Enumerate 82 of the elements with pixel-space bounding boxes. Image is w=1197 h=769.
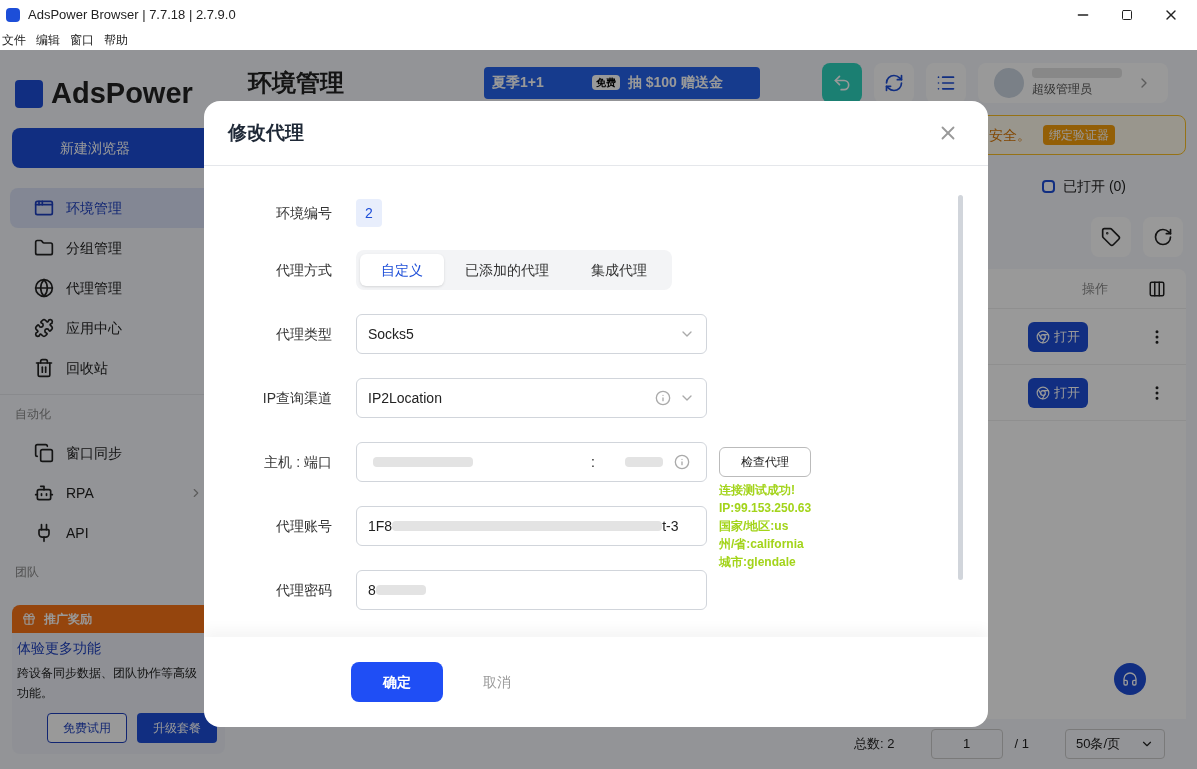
alert-text: 安全。 bbox=[989, 125, 1031, 145]
upgrade-button[interactable]: 升级套餐 bbox=[137, 713, 217, 743]
check-result-line: 连接测试成功! bbox=[719, 482, 796, 499]
nav-item[interactable]: 回收站 bbox=[10, 348, 227, 388]
field-label: IP查询渠道 bbox=[261, 388, 332, 408]
support-icon[interactable] bbox=[1114, 663, 1146, 695]
proxy-mode-tab[interactable]: 自定义 bbox=[360, 254, 444, 286]
promo-banner[interactable]: 夏季1+1 免费 抽 $100 赠送金 bbox=[484, 66, 760, 99]
brand-logo-icon bbox=[15, 80, 43, 108]
scrollbar-icon bbox=[958, 195, 963, 580]
user-role: 超级管理员 bbox=[1032, 80, 1093, 98]
open-browser-button[interactable]: 打开 bbox=[1028, 377, 1088, 408]
open-filter-checkbox[interactable] bbox=[1042, 179, 1055, 193]
nav-icon bbox=[34, 443, 54, 463]
app-logo-icon bbox=[6, 8, 20, 22]
check-result-line: 城市:glendale bbox=[719, 554, 797, 571]
page-input[interactable]: 1 bbox=[930, 729, 1003, 759]
browser-icon bbox=[1036, 385, 1050, 400]
blurred-text bbox=[624, 456, 663, 467]
field-label: 环境编号 bbox=[275, 203, 332, 223]
nav-icon bbox=[34, 198, 54, 218]
menu-item[interactable]: 帮助 bbox=[104, 31, 128, 49]
field-label: 代理账号 bbox=[275, 516, 332, 536]
nav-icon bbox=[34, 483, 54, 503]
user-card[interactable]: 超级管理员 bbox=[978, 62, 1168, 103]
undo-app-icon[interactable] bbox=[822, 62, 862, 103]
total-count: 总数: 2 bbox=[854, 735, 895, 754]
avatar-icon bbox=[994, 67, 1024, 98]
page-size-select[interactable]: 50条/页 bbox=[1065, 729, 1165, 759]
menu-item[interactable]: 文件 bbox=[2, 31, 26, 49]
select-field[interactable]: Socks5 bbox=[356, 314, 707, 354]
brand-name: AdsPower bbox=[51, 76, 193, 112]
blurred-text bbox=[375, 585, 426, 595]
tag-icon[interactable] bbox=[1091, 217, 1131, 257]
window-title: AdsPower Browser | 7.7.18 | 2.7.9.0 bbox=[28, 6, 236, 25]
info-icon bbox=[674, 454, 690, 470]
environment-id: 2 bbox=[356, 199, 382, 227]
check-result-line: IP:99.153.250.63 bbox=[719, 500, 812, 517]
text-field[interactable]: 8 bbox=[356, 570, 707, 610]
field-label: 主机 : 端口 bbox=[263, 452, 332, 472]
section-title: 团队 bbox=[14, 564, 40, 581]
confirm-button[interactable]: 确定 bbox=[351, 662, 443, 702]
open-filter-label: 已打开 (0) bbox=[1063, 176, 1126, 196]
menu-item[interactable]: 编辑 bbox=[36, 31, 60, 49]
field-label: 代理密码 bbox=[275, 580, 332, 600]
text-field[interactable]: 1F8 t-3 bbox=[356, 506, 707, 546]
nav-item[interactable]: 代理管理 bbox=[10, 268, 227, 308]
nav-item[interactable]: 应用中心 bbox=[10, 308, 227, 348]
refresh-icon[interactable] bbox=[1143, 217, 1183, 257]
dialog-title: 修改代理 bbox=[228, 120, 304, 145]
port-separator: : bbox=[591, 452, 595, 472]
check-proxy-button[interactable]: 检查代理 bbox=[719, 447, 812, 477]
nav-icon bbox=[34, 318, 54, 338]
check-result-line: 国家/地区:us bbox=[719, 518, 790, 535]
nav-item[interactable]: API bbox=[0, 513, 237, 553]
field-label: 代理方式 bbox=[275, 260, 332, 280]
nav-icon bbox=[34, 358, 54, 378]
nav-item[interactable]: RPA bbox=[0, 473, 237, 513]
nav-icon bbox=[34, 278, 54, 298]
page-title: 环境管理 bbox=[248, 67, 344, 98]
promo-title: 体验更多功能 bbox=[17, 639, 102, 658]
info-icon bbox=[655, 390, 671, 406]
nav-item[interactable]: 窗口同步 bbox=[0, 433, 237, 473]
open-browser-button[interactable]: 打开 bbox=[1028, 321, 1088, 352]
browser-icon bbox=[1036, 329, 1050, 344]
maximize-icon[interactable] bbox=[1121, 9, 1133, 21]
proxy-mode-tab[interactable]: 已添加的代理 bbox=[444, 254, 570, 286]
nav-item[interactable]: 分组管理 bbox=[10, 228, 227, 268]
promo-text: 跨设备同步数据、团队协作等高级功能。 bbox=[17, 665, 198, 702]
section-title: 自动化 bbox=[14, 406, 52, 423]
column-header: 操作 bbox=[1082, 279, 1108, 298]
check-result-line: 州/省:california bbox=[719, 536, 805, 553]
nav-icon bbox=[34, 238, 54, 258]
columns-icon[interactable] bbox=[1148, 279, 1166, 298]
menu-item[interactable]: 窗口 bbox=[70, 31, 94, 49]
field-label: 代理类型 bbox=[275, 324, 332, 344]
list-icon[interactable] bbox=[926, 62, 966, 103]
select-field[interactable]: IP2Location bbox=[356, 378, 707, 418]
host-port-field[interactable]: : bbox=[356, 442, 707, 482]
page-count: / 1 bbox=[1014, 735, 1029, 754]
proxy-mode-tab[interactable]: 集成代理 bbox=[570, 254, 668, 286]
trial-button[interactable]: 免费试用 bbox=[47, 713, 127, 743]
